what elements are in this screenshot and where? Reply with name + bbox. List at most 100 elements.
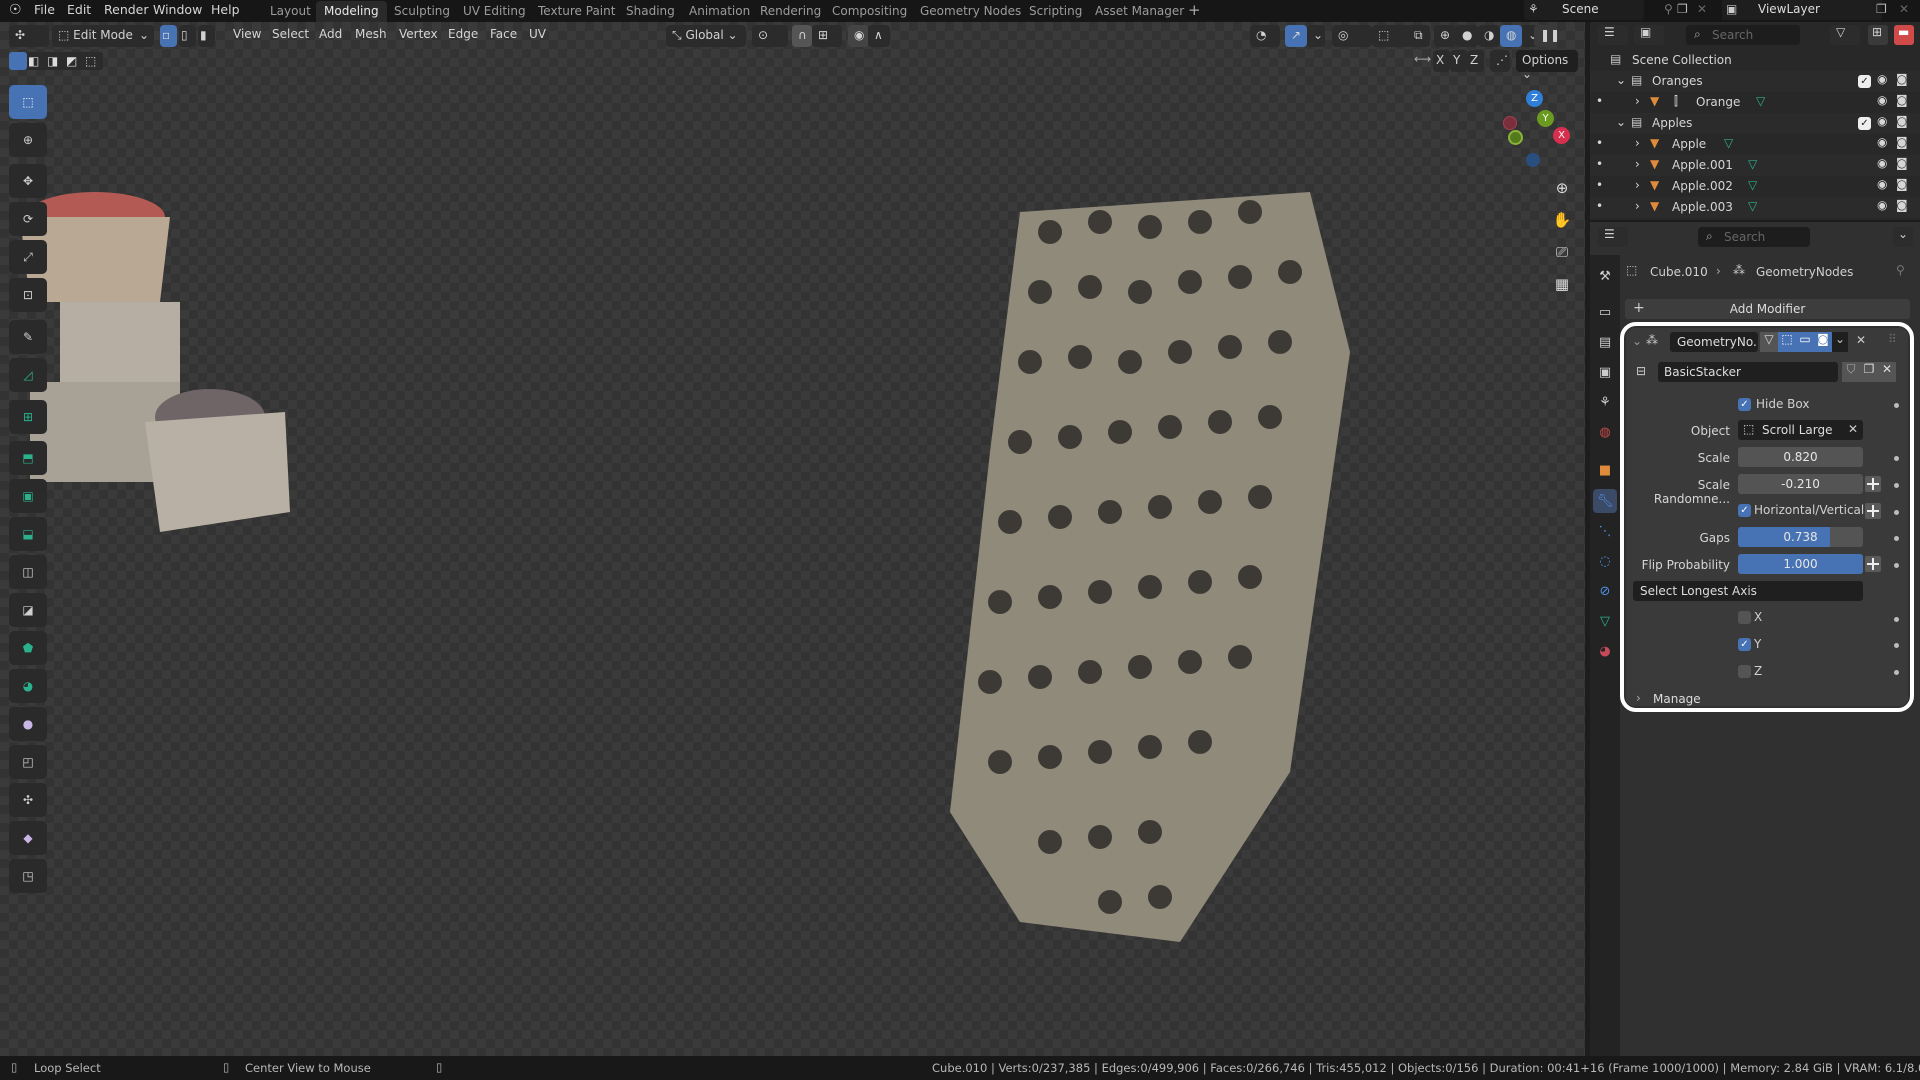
tool-cursor[interactable]: ⊕ (9, 123, 47, 157)
keyframe-dot[interactable] (1894, 563, 1899, 568)
attribute-toggle-icon[interactable] (1865, 556, 1881, 572)
face-select-button[interactable]: ▮ (198, 25, 215, 47)
drag-handle-icon[interactable]: ⠿ (1888, 332, 1897, 346)
scene-selector[interactable]: ⚘ Scene ⚲ (1524, 0, 1673, 20)
tab-modeling[interactable]: Modeling (316, 1, 387, 22)
fake-user-toggle[interactable]: ⛉ (1842, 362, 1860, 382)
tab-texture-paint[interactable]: Texture Paint (530, 1, 623, 22)
camera-icon[interactable]: ◙ (1896, 93, 1908, 107)
collapse-chevron-icon[interactable]: ⌄ (1632, 334, 1642, 348)
tab-output[interactable]: ▤ (1593, 330, 1617, 354)
tab-material[interactable]: ◕ (1593, 639, 1617, 663)
camera-view-button[interactable]: ⎚ (1548, 238, 1576, 266)
pan-view-button[interactable]: ✋ (1548, 206, 1576, 234)
eye-icon[interactable]: ◉ (1877, 198, 1887, 212)
gizmo-x-axis[interactable]: X (1553, 127, 1570, 144)
tab-data[interactable]: ▽ (1593, 609, 1617, 633)
camera-icon[interactable]: ◙ (1896, 177, 1908, 191)
tool-transform[interactable]: ⊡ (9, 278, 47, 312)
scale-field[interactable]: 0.820 (1738, 447, 1863, 467)
expand-chevron-icon[interactable]: ⌄ (1616, 73, 1626, 87)
eye-icon[interactable]: ◉ (1877, 156, 1887, 170)
camera-icon[interactable]: ◙ (1896, 72, 1908, 86)
tool-move[interactable]: ✥ (9, 164, 47, 198)
tool-loop-cut[interactable]: ◫ (9, 555, 47, 589)
outliner-row-apple-001[interactable]: • › ▼ Apple.001 ▽ ◉ ◙ (1590, 155, 1920, 176)
tool-rotate[interactable]: ⟳ (9, 202, 47, 236)
tab-world[interactable]: ◍ (1593, 420, 1617, 444)
tool-add-cube[interactable]: ⊞ (9, 400, 47, 434)
tab-particles[interactable]: ⋱ (1593, 519, 1617, 543)
camera-icon[interactable]: ◙ (1896, 156, 1908, 170)
properties-search-input[interactable]: ⌕ Search (1698, 227, 1810, 247)
clear-object-icon[interactable]: ✕ (1848, 422, 1858, 436)
node-group-selector[interactable]: BasicStacker (1658, 362, 1838, 382)
exclude-checkbox[interactable]: ✓ (1858, 75, 1871, 88)
modifier-name-input[interactable]: GeometryNo... (1670, 332, 1758, 352)
eye-icon[interactable]: ◉ (1877, 135, 1887, 149)
add-modifier-button[interactable]: + Add Modifier (1625, 299, 1910, 319)
tool-poly-build[interactable]: ⬟ (9, 631, 47, 665)
tab-view-layer[interactable]: ▣ (1593, 360, 1617, 384)
snap-target-selector[interactable]: ⊞ (812, 25, 842, 47)
3d-viewport[interactable] (0, 22, 1585, 1056)
remove-modifier-icon[interactable]: ✕ (1856, 333, 1866, 347)
outliner-row-apple[interactable]: • › ▼ Apple ▽ ◉ ◙ (1590, 134, 1920, 155)
tab-constraints[interactable]: ⊘ (1593, 579, 1617, 603)
outliner-row-orange[interactable]: • › ▼ ⫿ Orange ▽ ◉ ◙ (1590, 92, 1920, 113)
falloff-selector[interactable]: ∧ (868, 25, 890, 47)
outliner-row-apple-002[interactable]: • › ▼ Apple.002 ▽ ◉ ◙ (1590, 176, 1920, 197)
outliner-editor-type[interactable]: ☰ (1598, 25, 1628, 45)
expand-chevron-icon[interactable]: › (1635, 178, 1640, 192)
shading-material[interactable]: ◑ (1478, 25, 1500, 47)
tab-scene[interactable]: ⚘ (1593, 390, 1617, 414)
options-dropdown[interactable]: Options ⌄ (1516, 50, 1578, 81)
keyframe-dot[interactable] (1894, 536, 1899, 541)
keyframe-dot[interactable] (1894, 643, 1899, 648)
menu-file[interactable]: File (34, 2, 55, 17)
tool-extrude-region[interactable]: ⬒ (9, 441, 47, 475)
tab-animation[interactable]: Animation (681, 1, 758, 22)
menu-mesh[interactable]: Mesh (355, 27, 387, 41)
blender-logo-icon[interactable]: ☉ (9, 2, 22, 18)
tool-select-box[interactable]: ⬚ (9, 85, 47, 119)
manage-subpanel-header[interactable]: › Manage (1636, 690, 1836, 708)
mesh-data-icon[interactable]: ▽ (1748, 178, 1757, 192)
tab-uv-editing[interactable]: UV Editing (455, 1, 534, 22)
tool-measure[interactable]: ◿ (9, 358, 47, 392)
keyframe-dot[interactable] (1894, 483, 1899, 488)
tab-scripting[interactable]: Scripting (1021, 1, 1090, 22)
menu-uv[interactable]: UV (529, 27, 546, 41)
outliner-scene-collection[interactable]: ▤ Scene Collection (1590, 50, 1920, 71)
attribute-toggle-icon[interactable] (1865, 476, 1881, 492)
outliner-search-input[interactable]: ⌕ Search (1686, 25, 1800, 45)
unlink-node-group-button[interactable]: ✕ (1878, 362, 1896, 382)
select-extend-button[interactable]: ◧ (28, 54, 39, 68)
select-new-button[interactable] (9, 52, 27, 70)
tool-scale[interactable]: ⤢ (9, 240, 47, 274)
tab-tool[interactable]: ⚒ (1593, 264, 1617, 288)
on-cage-toggle[interactable]: ⬚ (1778, 332, 1796, 352)
tool-spin[interactable]: ◕ (9, 669, 47, 703)
vertex-select-button[interactable]: ▫ (160, 25, 177, 47)
axis-y-checkbox[interactable]: ✓ (1738, 638, 1751, 651)
tab-modifiers[interactable]: 🔧︎ (1593, 489, 1617, 513)
eye-icon[interactable]: ◉ (1877, 72, 1887, 86)
shading-wireframe[interactable]: ⊕ (1434, 25, 1456, 47)
outliner-row-apples[interactable]: ⌄ ▤ Apples ✓ ◉ ◙ (1590, 113, 1920, 134)
eye-icon[interactable]: ◉ (1877, 93, 1887, 107)
transform-orientation-selector[interactable]: ⤡ Global ⌄ (666, 25, 746, 47)
tab-shading[interactable]: Shading (618, 1, 683, 22)
pin-icon[interactable]: ⚲ (1896, 263, 1905, 277)
tool-edge-slide[interactable]: ◰ (9, 745, 47, 779)
keyframe-dot[interactable] (1894, 403, 1899, 408)
expand-chevron-icon[interactable]: › (1635, 94, 1640, 108)
overlays-toggle[interactable]: ◎ (1332, 25, 1372, 47)
tab-physics[interactable]: ◌ (1593, 549, 1617, 573)
tool-shear[interactable]: ◆ (9, 821, 47, 855)
object-field[interactable]: ⬚ Scroll Large ✕ (1738, 420, 1863, 440)
snap-toggle[interactable]: ∩ (792, 25, 812, 47)
properties-editor-type[interactable]: ☰ (1598, 227, 1628, 247)
tool-smooth[interactable]: ● (9, 707, 47, 741)
tab-asset-manager[interactable]: Asset Manager (1087, 1, 1192, 22)
